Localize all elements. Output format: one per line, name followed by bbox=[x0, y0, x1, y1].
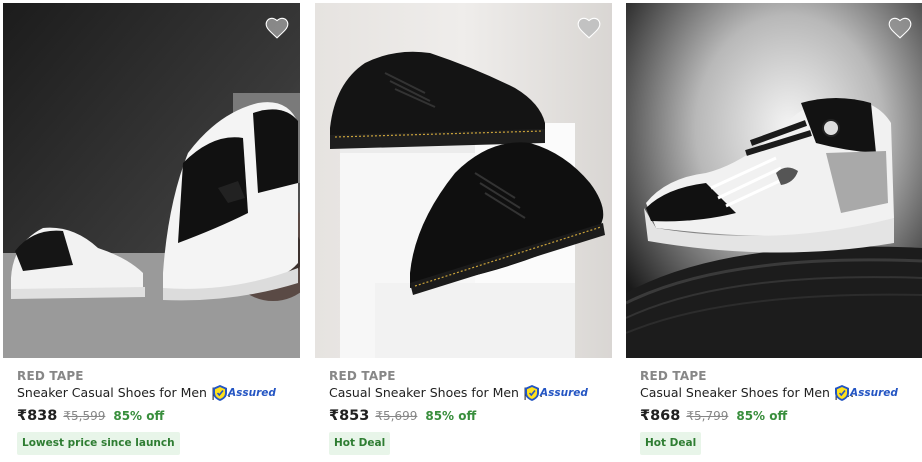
price-row: ₹868 ₹5,799 85% off bbox=[640, 408, 787, 424]
heart-icon bbox=[265, 17, 289, 39]
product-photo-sneaker-white-black bbox=[3, 3, 300, 358]
product-card[interactable]: RED TAPE Casual Sneaker Shoes for Men | … bbox=[315, 0, 612, 462]
assured-shield-icon bbox=[835, 385, 849, 401]
selling-price: ₹853 bbox=[329, 408, 370, 424]
product-card[interactable]: RED TAPE Sneaker Casual Shoes for Men | … bbox=[3, 0, 300, 462]
product-grid: RED TAPE Sneaker Casual Shoes for Men | … bbox=[0, 0, 922, 462]
product-brand: RED TAPE bbox=[329, 369, 396, 383]
heart-icon bbox=[888, 17, 912, 39]
assured-label: Assured bbox=[228, 387, 276, 399]
deal-badge: Lowest price since launch bbox=[17, 432, 180, 455]
original-price: ₹5,599 bbox=[63, 409, 106, 423]
price-row: ₹838 ₹5,599 85% off bbox=[17, 408, 164, 424]
price-row: ₹853 ₹5,699 85% off bbox=[329, 408, 476, 424]
deal-badge: Hot Deal bbox=[329, 432, 391, 455]
product-title[interactable]: Sneaker Casual Shoes for Men | ... bbox=[17, 385, 231, 400]
assured-label: Assured bbox=[850, 387, 898, 399]
product-brand: RED TAPE bbox=[17, 369, 84, 383]
product-image[interactable] bbox=[3, 3, 300, 358]
discount-percent: 85% off bbox=[113, 409, 165, 423]
selling-price: ₹868 bbox=[640, 408, 681, 424]
product-card[interactable]: RED TAPE Casual Sneaker Shoes for Men | … bbox=[626, 0, 922, 462]
assured-badge: Assured bbox=[835, 385, 898, 401]
product-brand: RED TAPE bbox=[640, 369, 707, 383]
assured-label: Assured bbox=[540, 387, 588, 399]
selling-price: ₹838 bbox=[17, 408, 58, 424]
wishlist-button[interactable] bbox=[576, 15, 602, 39]
discount-percent: 85% off bbox=[425, 409, 477, 423]
original-price: ₹5,799 bbox=[686, 409, 729, 423]
wishlist-button[interactable] bbox=[887, 15, 913, 39]
discount-percent: 85% off bbox=[736, 409, 788, 423]
assured-shield-icon bbox=[525, 385, 539, 401]
product-photo-sneaker-black bbox=[315, 3, 612, 358]
assured-shield-icon bbox=[213, 385, 227, 401]
product-image[interactable] bbox=[626, 3, 922, 358]
heart-icon bbox=[577, 17, 601, 39]
wishlist-button[interactable] bbox=[264, 15, 290, 39]
product-photo-sneaker-high-top bbox=[626, 3, 922, 358]
product-title[interactable]: Casual Sneaker Shoes for Men | ... bbox=[329, 385, 543, 400]
assured-badge: Assured bbox=[525, 385, 588, 401]
deal-badge: Hot Deal bbox=[640, 432, 702, 455]
assured-badge: Assured bbox=[213, 385, 276, 401]
product-title[interactable]: Casual Sneaker Shoes for Men | ... bbox=[640, 385, 854, 400]
original-price: ₹5,699 bbox=[375, 409, 418, 423]
product-image[interactable] bbox=[315, 3, 612, 358]
